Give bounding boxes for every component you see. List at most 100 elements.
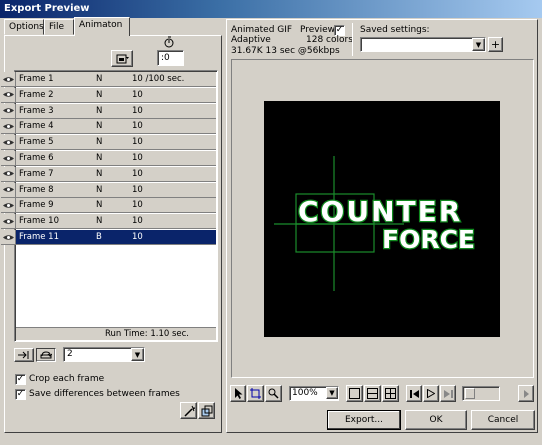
four-pane-icon — [385, 388, 396, 399]
pointer-tool-button[interactable] — [230, 385, 246, 402]
saved-settings-dropdown-button[interactable]: ▼ — [472, 38, 485, 51]
scrubber-handle[interactable] — [465, 388, 475, 399]
ok-button-label: OK — [429, 415, 443, 425]
run-time-label: Run Time: 1.10 sec. — [104, 329, 189, 339]
frame-row[interactable]: Frame 11 B 10 — [1, 230, 216, 245]
single-view-button[interactable] — [346, 385, 363, 402]
check-icon: ✓ — [16, 389, 25, 399]
next-frame-icon — [443, 389, 453, 398]
eye-icon[interactable] — [1, 198, 16, 214]
frame-row[interactable]: Frame 10 N 10 — [1, 214, 216, 230]
ok-button[interactable]: OK — [405, 410, 467, 430]
distribute-frames-button[interactable] — [198, 402, 215, 419]
export-button-label: Export... — [344, 415, 384, 425]
zoom-tool-button[interactable] — [265, 385, 282, 402]
zoom-value: 100% — [292, 388, 318, 398]
frame-name: Frame 5 — [19, 137, 54, 148]
divider — [352, 23, 353, 56]
zoom-dropdown-button[interactable]: ▼ — [326, 387, 338, 399]
palette-label: Adaptive — [231, 35, 271, 45]
saved-settings-select[interactable] — [360, 37, 486, 52]
timer-icon — [164, 36, 174, 48]
eye-icon[interactable] — [1, 87, 16, 103]
frame-name: Frame 7 — [19, 168, 54, 179]
frame-delay: 10 — [132, 153, 143, 163]
eye-icon[interactable] — [1, 119, 16, 135]
eye-icon[interactable] — [1, 151, 16, 166]
wand-icon — [183, 405, 195, 417]
frame-disposal: N — [96, 74, 103, 84]
frame-scrubber[interactable] — [462, 386, 500, 401]
loop-count-value: 2 — [67, 349, 73, 359]
tab-animation-label: Animaton — [79, 20, 123, 30]
eye-icon[interactable] — [1, 135, 16, 151]
save-differences-checkbox[interactable]: ✓ — [15, 389, 26, 400]
frame-disposal: N — [96, 89, 103, 100]
next-frame-button[interactable] — [440, 385, 456, 402]
eye-icon[interactable] — [1, 166, 16, 182]
frame-row[interactable]: Frame 7 N 10 — [1, 166, 216, 182]
add-setting-button[interactable]: + — [488, 37, 503, 52]
loop-icon — [40, 351, 52, 359]
frame-delay-input[interactable]: :0 — [157, 50, 184, 66]
frame-row[interactable]: Frame 4 N 10 — [1, 119, 216, 135]
tab-options-label: Options — [9, 22, 44, 32]
cancel-button[interactable]: Cancel — [471, 410, 535, 430]
eye-icon[interactable] — [1, 182, 16, 198]
check-icon: ✓ — [335, 25, 344, 35]
loop-count-dropdown-button[interactable]: ▼ — [131, 348, 144, 361]
tab-file-label: File — [49, 22, 65, 32]
frame-delay: 10 — [132, 184, 143, 195]
chevron-right-icon — [523, 389, 529, 398]
eye-icon[interactable] — [1, 214, 16, 230]
play-icon — [427, 389, 435, 398]
frame-delay: 10 — [132, 121, 143, 132]
frame-disposal: N — [96, 105, 103, 116]
cancel-button-label: Cancel — [487, 415, 519, 425]
play-once-button[interactable] — [14, 348, 34, 362]
arrow-pointer-icon — [234, 388, 242, 399]
frame-row[interactable]: Frame 9 N 10 — [1, 198, 216, 214]
frame-name: Frame 2 — [19, 89, 54, 100]
play-button[interactable] — [423, 385, 439, 402]
window-title: Export Preview — [4, 3, 90, 14]
eye-icon[interactable] — [1, 103, 16, 119]
frame-delay: 10 /100 sec. — [132, 74, 185, 84]
magnifier-icon — [268, 388, 279, 399]
frame-row[interactable]: Frame 2 N 10 — [1, 87, 216, 103]
frame-delay: 10 — [132, 200, 143, 211]
export-button[interactable]: Export... — [327, 410, 401, 430]
scroll-right-button[interactable] — [518, 385, 534, 402]
chevron-down-icon: ▼ — [329, 389, 335, 397]
loop-button[interactable] — [36, 348, 56, 362]
plus-icon: + — [490, 38, 501, 51]
split-view-button[interactable] — [364, 385, 381, 402]
preview-canvas: COUNTER FORCE — [264, 101, 500, 337]
eye-icon[interactable] — [1, 72, 16, 87]
frame-name: Frame 11 — [19, 232, 60, 242]
frame-disposal: N — [96, 216, 103, 227]
frame-row[interactable]: Frame 1 N 10 /100 sec. — [1, 72, 216, 87]
frame-disposal: N — [96, 168, 103, 179]
magic-wand-button[interactable] — [180, 402, 197, 419]
format-label: Animated GIF — [231, 25, 293, 35]
preview-label: Preview — [300, 25, 336, 35]
frame-name: Frame 1 — [19, 74, 54, 84]
tab-file[interactable]: File — [44, 19, 74, 35]
frame-row[interactable]: Frame 8 N 10 — [1, 182, 216, 198]
frame-row[interactable]: Frame 6 N 10 — [1, 151, 216, 166]
crop-each-frame-checkbox[interactable]: ✓ — [15, 374, 26, 385]
artwork-line2: FORCE — [382, 225, 475, 254]
frame-delay: 10 — [132, 216, 143, 227]
colors-label: 128 colors — [306, 35, 353, 45]
frame-menu-button[interactable] — [111, 50, 133, 67]
tab-animation[interactable]: Animaton — [74, 17, 130, 36]
crop-tool-button[interactable] — [247, 385, 264, 402]
frame-name: Frame 9 — [19, 200, 54, 211]
frame-row[interactable]: Frame 5 N 10 — [1, 135, 216, 151]
eye-icon[interactable] — [1, 230, 16, 245]
quad-view-button[interactable] — [382, 385, 399, 402]
tab-options[interactable]: Options — [4, 19, 44, 35]
frame-row[interactable]: Frame 3 N 10 — [1, 103, 216, 119]
prev-frame-button[interactable] — [406, 385, 422, 402]
